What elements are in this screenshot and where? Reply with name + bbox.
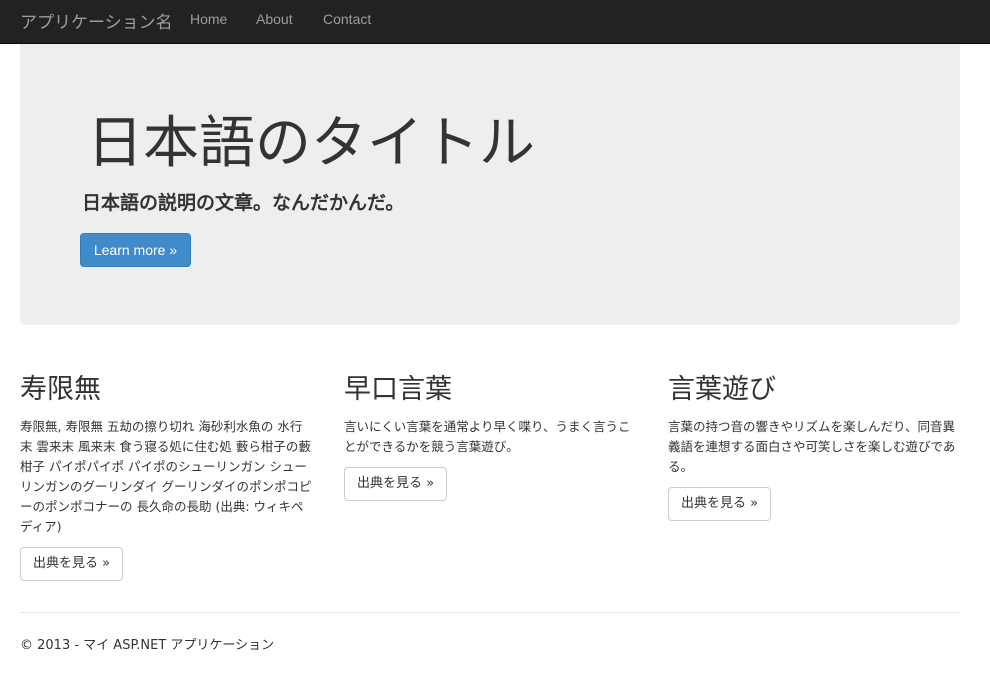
column-body: 言いにくい言葉を通常より早く喋り、うまく言うことができるかを競う言葉遊び。 xyxy=(344,419,631,454)
hero-title: 日本語のタイトル xyxy=(87,111,535,176)
column-wordplay: 言葉遊び 言葉の持つ音の響きやリズムを楽しんだり、同音異義語を連想する面白さや可… xyxy=(668,372,968,521)
hero-lead: 日本語の説明の文章。なんだかんだ。 xyxy=(82,192,405,214)
footer-text: © 2013 - マイ ASP.NET アプリケーション xyxy=(20,638,275,653)
nav-home-link[interactable]: Home xyxy=(190,11,227,27)
column-body: 言葉の持つ音の響きやリズムを楽しんだり、同音異義語を連想する面白さや可笑しさを楽… xyxy=(668,419,956,474)
brand-link[interactable]: アプリケーション名 xyxy=(20,8,173,33)
column-body: 寿限無, 寿限無 五劫の擦り切れ 海砂利水魚の 水行末 雲来末 風来末 食う寝る… xyxy=(20,419,312,534)
column-jugemu: 寿限無 寿限無, 寿限無 五劫の擦り切れ 海砂利水魚の 水行末 雲来末 風来末 … xyxy=(20,372,320,581)
learn-more-button[interactable]: Learn more » xyxy=(80,233,191,267)
view-source-button[interactable]: 出典を見る » xyxy=(344,467,448,501)
jumbotron: 日本語のタイトル 日本語の説明の文章。なんだかんだ。 Learn more » xyxy=(20,44,960,325)
view-source-button[interactable]: 出典を見る » xyxy=(20,547,124,581)
column-heading: 早口言葉 xyxy=(344,374,452,405)
footer-divider xyxy=(20,612,960,613)
column-tongue-twister: 早口言葉 言いにくい言葉を通常より早く喋り、うまく言うことができるかを競う言葉遊… xyxy=(344,372,644,501)
navbar: アプリケーション名 Home About Contact xyxy=(0,0,990,44)
column-heading: 寿限無 xyxy=(20,374,101,405)
nav-contact-link[interactable]: Contact xyxy=(323,11,371,27)
nav-about-link[interactable]: About xyxy=(256,11,293,27)
view-source-button[interactable]: 出典を見る » xyxy=(668,487,772,521)
column-heading: 言葉遊び xyxy=(668,374,776,405)
